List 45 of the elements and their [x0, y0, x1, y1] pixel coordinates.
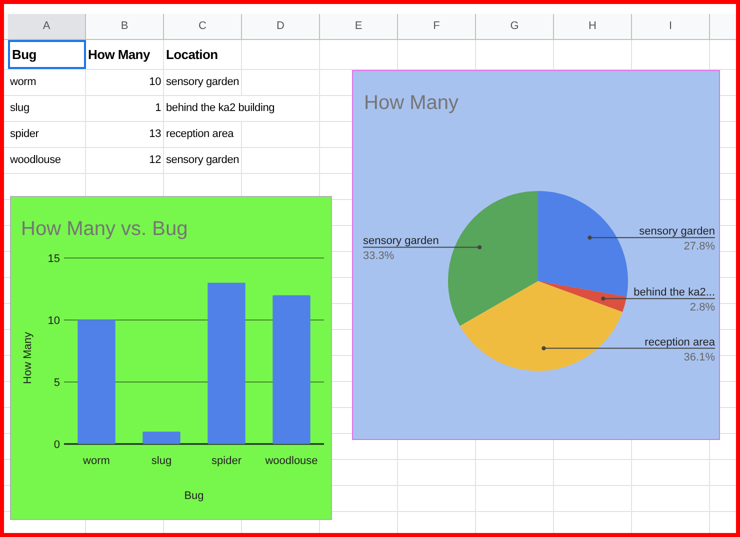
- table-cell[interactable]: reception area: [164, 122, 242, 147]
- table-cell[interactable]: How Many: [86, 40, 164, 69]
- percent-label: 2.8%: [690, 302, 715, 314]
- category-label: worm: [83, 455, 110, 467]
- column-header[interactable]: D: [242, 14, 320, 39]
- category-label: spider: [212, 455, 242, 467]
- bar: [142, 432, 180, 444]
- tick-label: 15: [48, 253, 60, 265]
- axis-title: Bug: [184, 490, 204, 502]
- table-cell[interactable]: spider: [8, 122, 86, 147]
- chart-title: How Many vs. Bug: [21, 218, 188, 240]
- slice-label: reception area: [644, 336, 715, 348]
- table-cell[interactable]: behind the ka2 building: [164, 96, 320, 121]
- table-cell[interactable]: Location: [164, 40, 242, 69]
- column-header[interactable]: H: [554, 14, 632, 39]
- category-label: slug: [151, 455, 172, 467]
- slice-label: sensory garden: [363, 235, 439, 248]
- column-header[interactable]: A: [8, 14, 86, 39]
- slice-label: behind the ka2...: [634, 286, 715, 299]
- column-header[interactable]: F: [398, 14, 476, 39]
- percent-label: 36.1%: [684, 351, 715, 364]
- percent-label: 33.3%: [363, 250, 394, 262]
- table-cell[interactable]: 10: [86, 70, 164, 95]
- table-cell[interactable]: slug: [8, 96, 86, 121]
- slice-label: sensory garden: [639, 226, 715, 238]
- table-cell[interactable]: worm: [8, 70, 86, 95]
- table-cell[interactable]: sensory garden: [164, 70, 242, 95]
- column-header[interactable]: I: [632, 14, 710, 39]
- table-cell[interactable]: Bug: [8, 40, 86, 69]
- column-header[interactable]: E: [320, 14, 398, 39]
- table-cell[interactable]: woodlouse: [8, 148, 86, 173]
- column-header[interactable]: B: [86, 14, 164, 39]
- category-label: woodlouse: [265, 455, 318, 467]
- table-cell[interactable]: sensory garden: [164, 148, 242, 173]
- table-cell[interactable]: 13: [86, 122, 164, 147]
- table-cell[interactable]: 12: [86, 148, 164, 173]
- percent-label: 27.8%: [684, 240, 715, 253]
- tick-label: 10: [48, 315, 60, 327]
- column-header[interactable]: G: [476, 14, 554, 39]
- chart-title: How Many: [364, 92, 458, 114]
- table-cell[interactable]: 1: [86, 96, 164, 121]
- tick-label: 0: [54, 439, 60, 451]
- tick-label: 5: [54, 377, 60, 389]
- axis-title: How Many: [22, 332, 34, 384]
- column-header[interactable]: C: [164, 14, 242, 39]
